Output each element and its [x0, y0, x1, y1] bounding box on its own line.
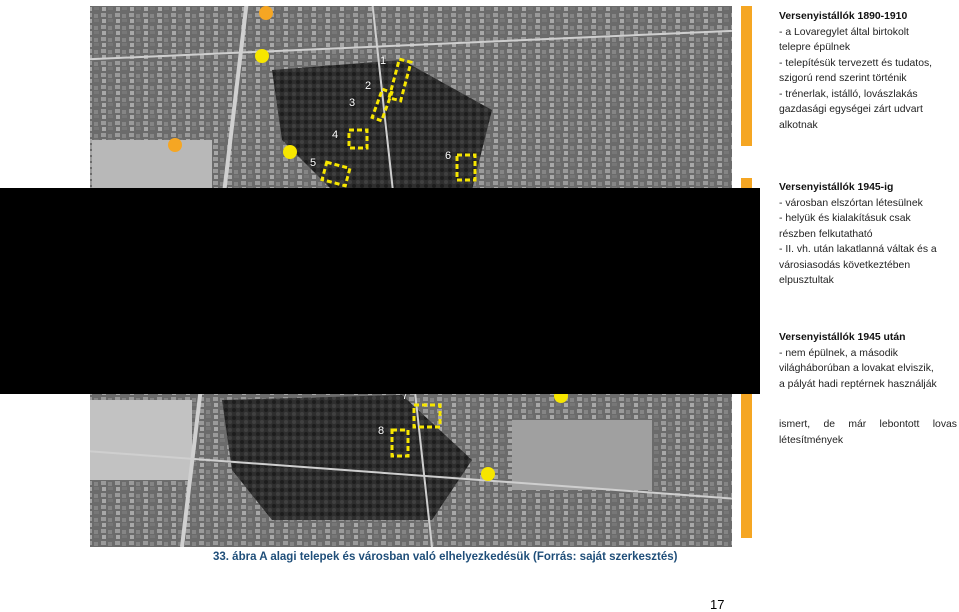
page-number: 17 — [710, 597, 725, 612]
map-label: 2 — [365, 80, 372, 92]
section-title: Versenyistállók 1945-ig — [779, 182, 894, 193]
section-line: - a Lovaregylet által birtokolt — [779, 26, 909, 38]
legend-section-lebontott: ismert, de már lebontott lovas létesítmé… — [779, 417, 957, 448]
section-title: Versenyistállók 1945 után — [779, 332, 906, 343]
map-label: 6 — [445, 150, 452, 162]
legend-section-1890-1910: Versenyistállók 1890-1910 - a Lovaregyle… — [779, 9, 957, 133]
section-line: a pályát hadi reptérnek használják — [779, 378, 937, 390]
section-line: - nem épülnek, a második — [779, 347, 898, 359]
figure-caption: 33. ábra A alagi telepek és városban val… — [213, 551, 678, 563]
legend-section-1945-utan: Versenyistállók 1945 után - nem épülnek,… — [779, 330, 957, 392]
redaction-block — [0, 188, 760, 394]
section-line: részben felkutatható — [779, 228, 873, 240]
section-line: telepre épülnek — [779, 42, 851, 53]
section-title: Versenyistállók 1890-1910 — [779, 11, 908, 22]
map-label: 1 — [380, 55, 387, 67]
map-label: 8 — [378, 425, 385, 437]
map-label: 4 — [332, 129, 339, 141]
section-line: elpusztultak — [779, 275, 834, 286]
section-line: - trénerlak, istálló, lovászlakás — [779, 88, 918, 100]
section-line: létesítmények — [779, 434, 844, 446]
section-line: világháborúban a lovakat elviszik, — [779, 363, 934, 374]
section-line: alkotnak — [779, 119, 818, 131]
section-line: ismert, de már lebontott lovas — [779, 419, 957, 430]
section-line: - helyük és kialakításuk csak — [779, 213, 911, 224]
section-line: - városban elszórtan létesülnek — [779, 197, 923, 209]
section-line: gazdasági egységei zárt udvart — [779, 104, 923, 115]
legend-bar-orange — [741, 6, 752, 146]
map-label: 3 — [349, 97, 356, 109]
map-label: 5 — [310, 157, 317, 169]
section-line: városiasodás következtében — [779, 259, 911, 271]
legend-section-1945-ig: Versenyistállók 1945-ig - városban elszó… — [779, 180, 957, 289]
section-line: - II. vh. után lakatlanná váltak és a — [779, 244, 937, 255]
section-line: szigorú rend szerint történik — [779, 73, 907, 84]
section-line: - telepítésük tervezett és tudatos, — [779, 57, 933, 69]
